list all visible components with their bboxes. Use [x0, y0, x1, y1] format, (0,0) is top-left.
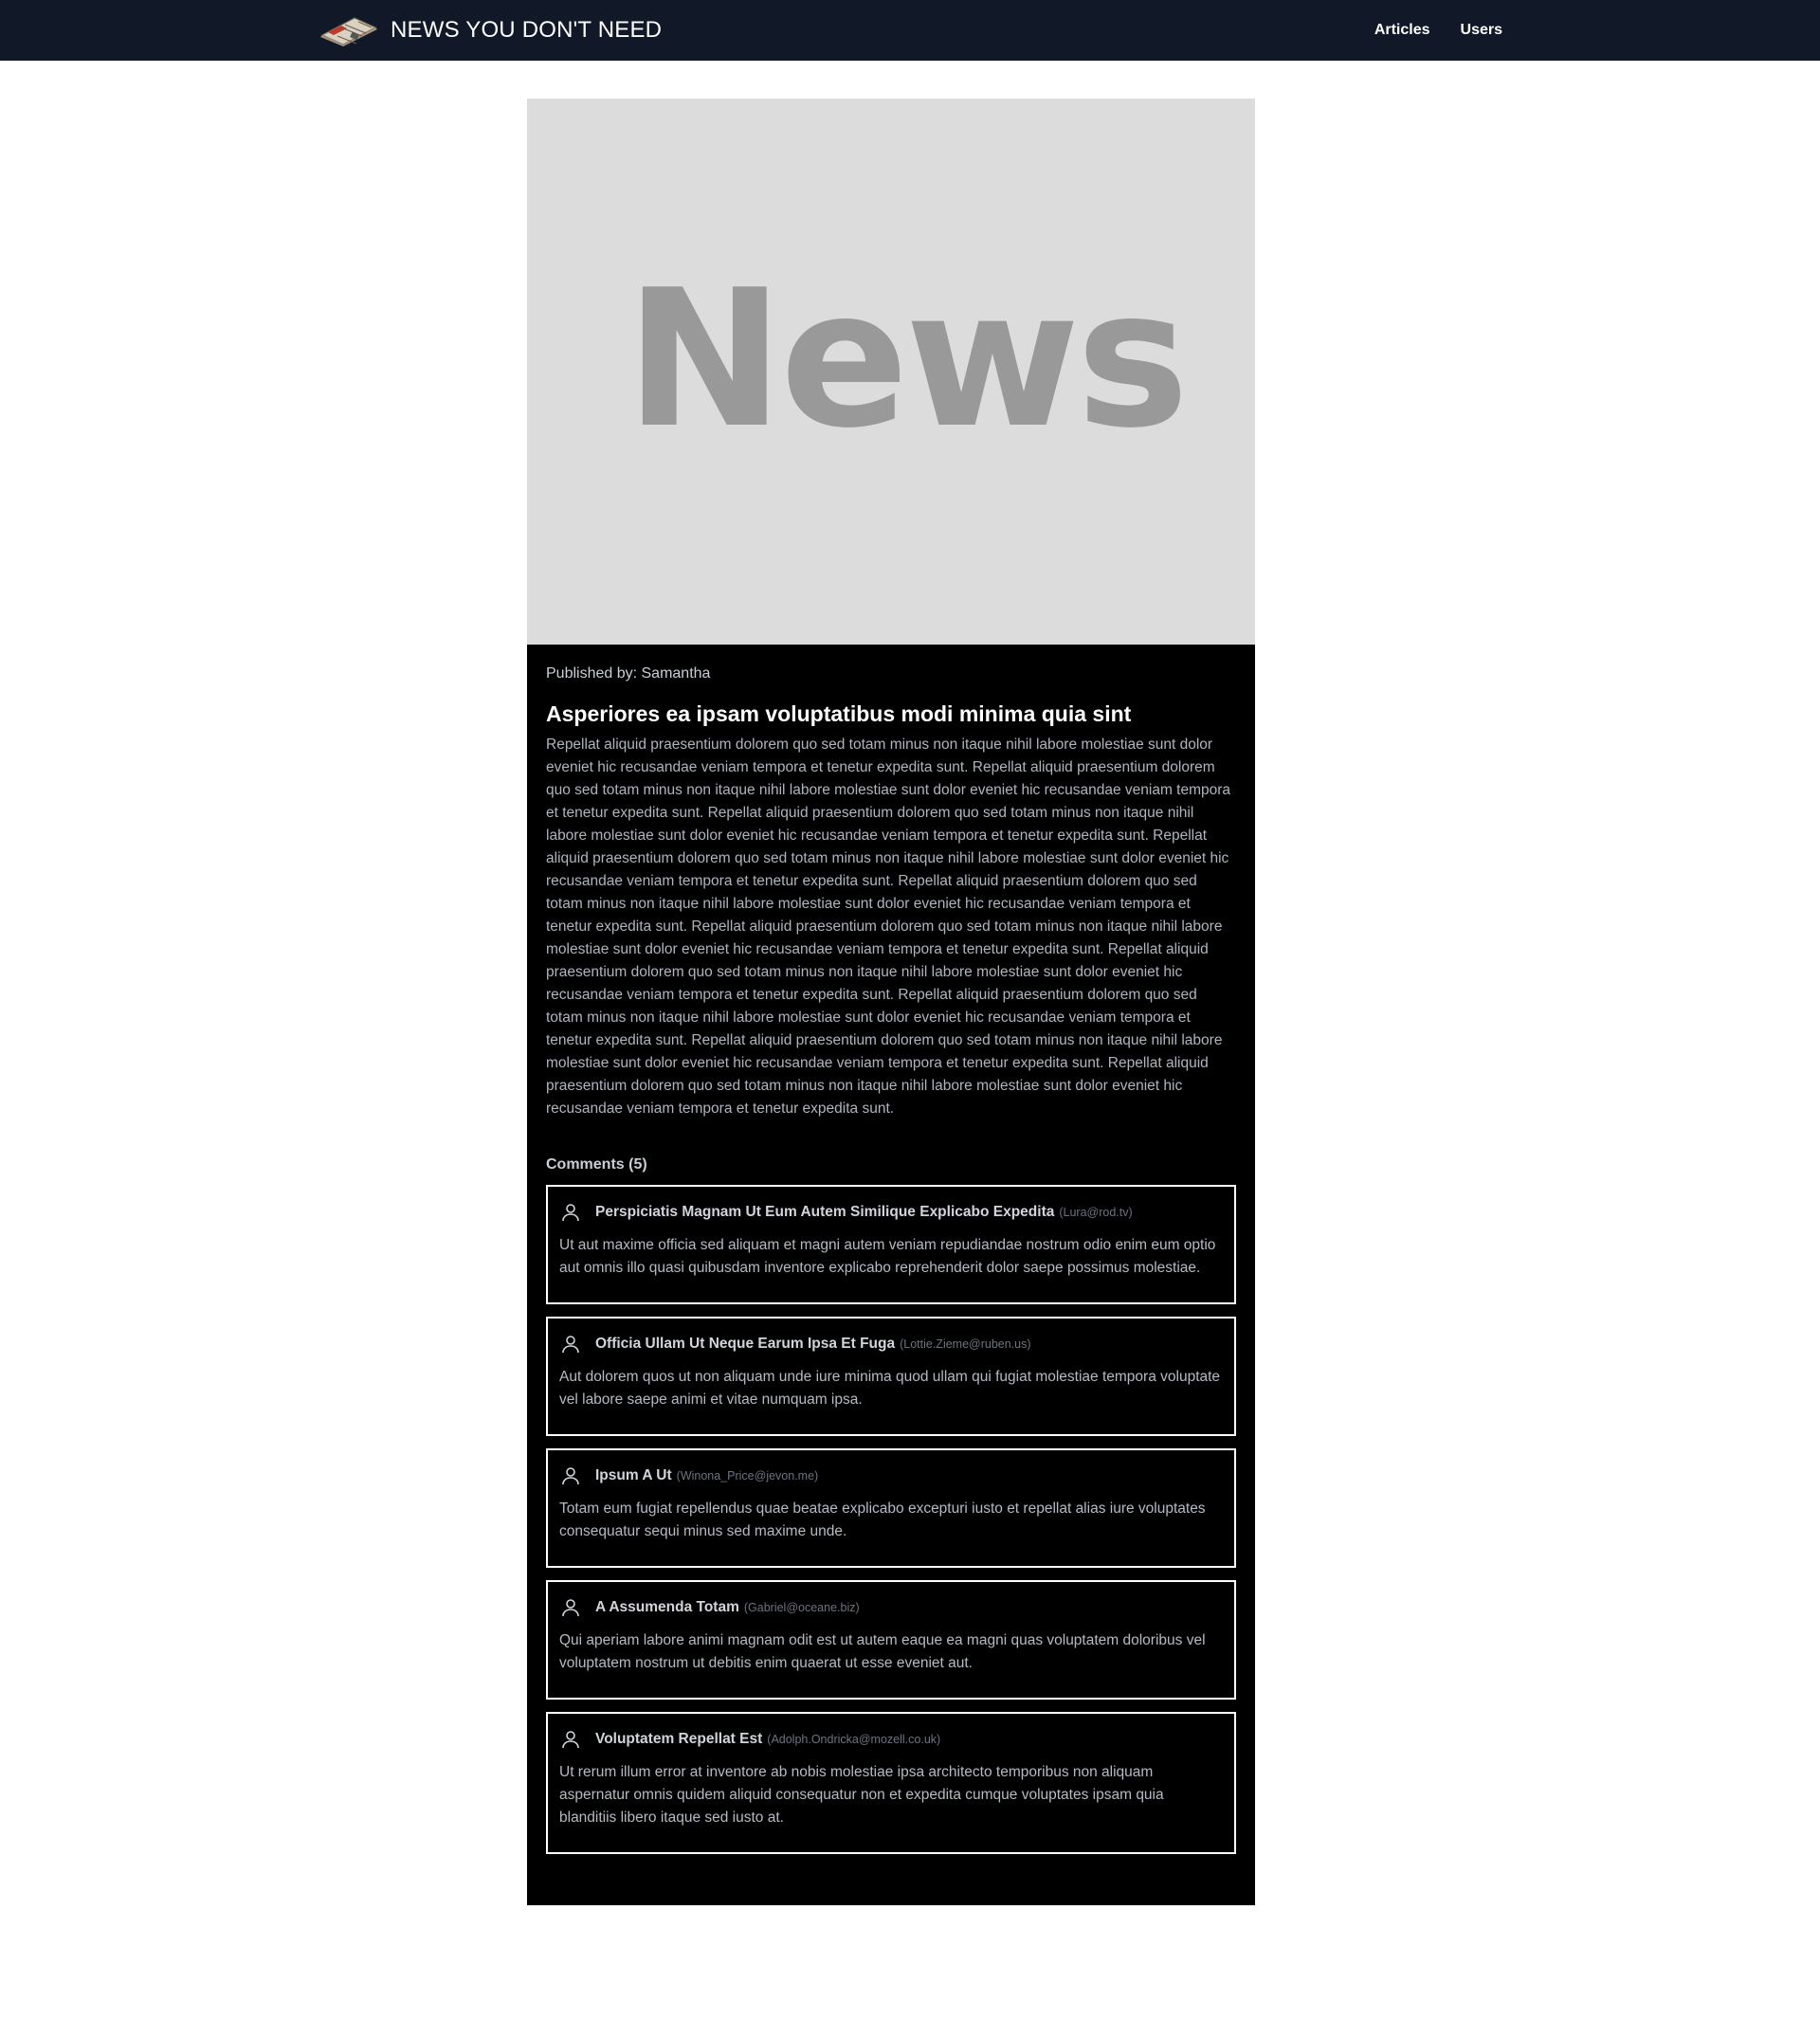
comment-header: Officia Ullam Ut Neque Earum Ipsa Et Fug…	[559, 1332, 1223, 1356]
comment-text: Ut aut maxime officia sed aliquam et mag…	[559, 1237, 1216, 1276]
comment-header: Perspiciatis Magnam Ut Eum Autem Similiq…	[559, 1200, 1223, 1225]
comment-header: Voluptatem Repellat Est (Adolph.Ondricka…	[559, 1727, 1223, 1752]
comment-text: Totam eum fugiat repellendus quae beatae…	[559, 1501, 1206, 1539]
article-card: News Published by: Samantha Asperiores e…	[527, 99, 1255, 1905]
nav-link-users[interactable]: Users	[1461, 22, 1502, 39]
comment-item: Officia Ullam Ut Neque Earum Ipsa Et Fug…	[546, 1317, 1236, 1436]
comment-author: Voluptatem Repellat Est	[595, 1731, 763, 1747]
newspaper-icon	[320, 17, 377, 46]
nav-link-articles[interactable]: Articles	[1374, 22, 1430, 39]
comment-item: Ipsum A Ut (Winona_Price@jevon.me) Totam…	[546, 1448, 1236, 1568]
user-icon	[562, 1336, 579, 1354]
user-icon	[562, 1467, 579, 1485]
article-title: Asperiores ea ipsam voluptatibus modi mi…	[546, 701, 1132, 726]
top-navbar: NEWS YOU DON'T NEED Articles Users	[0, 0, 1820, 61]
comment-author: Ipsum A Ut	[595, 1467, 672, 1483]
user-icon	[562, 1731, 579, 1749]
comment-author: Perspiciatis Magnam Ut Eum Autem Similiq…	[595, 1204, 1055, 1220]
comment-text: Aut dolorem quos ut non aliquam unde iur…	[559, 1369, 1221, 1408]
comment-email: (Winona_Price@jevon.me)	[676, 1469, 819, 1482]
user-icon	[562, 1204, 579, 1222]
user-icon	[562, 1599, 579, 1617]
comment-email: (Lura@rod.tv)	[1059, 1206, 1133, 1219]
hero-image-text: News	[625, 248, 1190, 470]
comment-header: A Assumenda Totam (Gabriel@oceane.biz)	[559, 1595, 1223, 1620]
comment-author: Officia Ullam Ut Neque Earum Ipsa Et Fug…	[595, 1336, 896, 1352]
comment-email: (Gabriel@oceane.biz)	[743, 1601, 860, 1614]
comment-email: (Adolph.Ondricka@mozell.co.uk)	[767, 1733, 941, 1746]
nav-links: Articles Users	[1374, 0, 1502, 61]
comment-email: (Lottie.Zieme@ruben.us)	[900, 1337, 1031, 1351]
article-hero-image: News	[527, 99, 1255, 645]
comment-author: A Assumenda Totam	[595, 1599, 739, 1615]
comment-item: Perspiciatis Magnam Ut Eum Autem Similiq…	[546, 1185, 1236, 1304]
published-by: Published by: Samantha	[546, 665, 711, 682]
comment-item: Voluptatem Repellat Est (Adolph.Ondricka…	[546, 1712, 1236, 1854]
comments-list: Perspiciatis Magnam Ut Eum Autem Similiq…	[546, 1185, 1236, 1854]
brand-link[interactable]: NEWS YOU DON'T NEED	[318, 0, 662, 61]
comment-item: A Assumenda Totam (Gabriel@oceane.biz) Q…	[546, 1580, 1236, 1700]
comment-text: Qui aperiam labore animi magnam odit est…	[559, 1632, 1206, 1671]
article-body: Repellat aliquid praesentium dolorem quo…	[546, 737, 1231, 1117]
comment-text: Ut rerum illum error at inventore ab nob…	[559, 1764, 1164, 1826]
article-content: Published by: Samantha Asperiores ea ips…	[527, 645, 1255, 1854]
comment-header: Ipsum A Ut (Winona_Price@jevon.me)	[559, 1464, 1223, 1488]
brand-title: NEWS YOU DON'T NEED	[391, 17, 663, 43]
comments-heading: Comments (5)	[546, 1156, 647, 1173]
